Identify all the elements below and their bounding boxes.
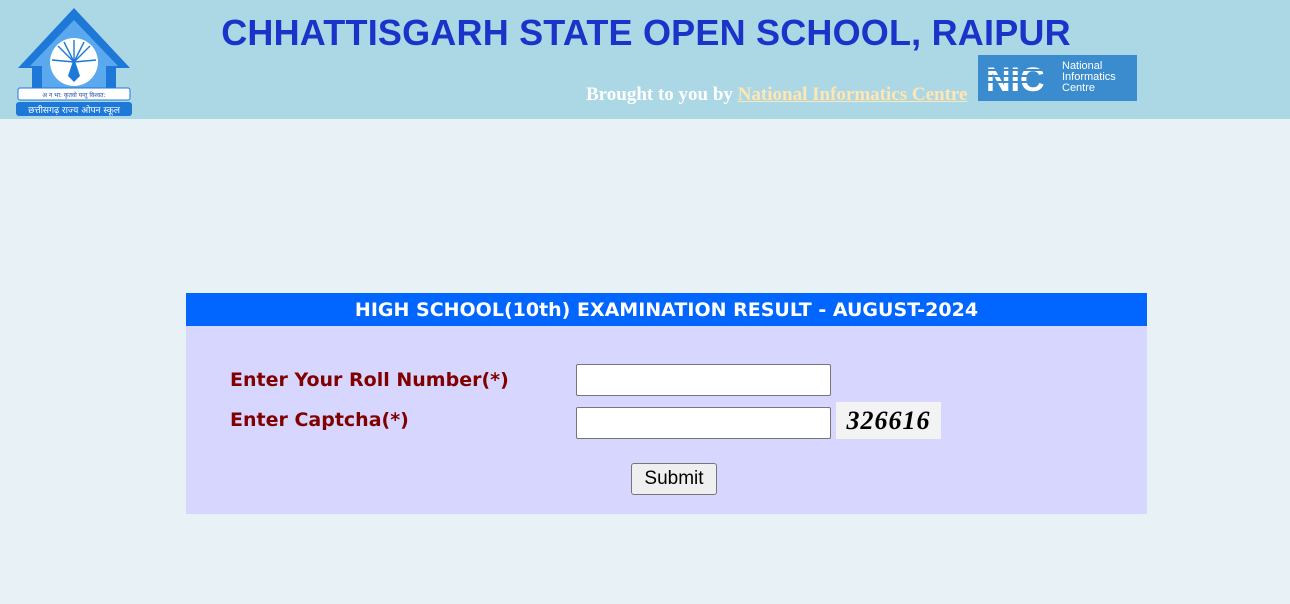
nic-line-3: Centre [1062,82,1096,94]
roll-number-label: Enter Your Roll Number(*) [230,369,509,391]
result-form-panel: HIGH SCHOOL(10th) EXAMINATION RESULT - A… [186,293,1147,514]
form-heading: HIGH SCHOOL(10th) EXAMINATION RESULT - A… [186,293,1147,326]
site-title-text: CHHATTISGARH STATE OPEN SCHOOL, RAIPUR [221,12,1071,53]
captcha-input[interactable] [576,407,831,439]
nic-wordmark: National Informatics Centre [1062,61,1116,94]
nic-logo: NIC National Informatics Centre [978,55,1137,101]
roll-number-input[interactable] [576,364,831,396]
captcha-image: 326616 [836,402,941,439]
credit-prefix: Brought to you by [586,84,738,105]
logo-motto: अ न भा: कृतवो यन्तु विश्वत: [42,91,105,99]
nic-link[interactable]: National Informatics Centre [738,84,968,105]
site-header: अ न भा: कृतवो यन्तु विश्वत: छत्तीसगढ़ रा… [0,0,1290,119]
captcha-label: Enter Captcha(*) [230,409,409,431]
site-title: CHHATTISGARH STATE OPEN SCHOOL, RAIPUR [0,12,1290,54]
logo-caption: छत्तीसगढ़ राज्य ओपन स्कूल [28,104,121,116]
nic-mark-icon: NIC [982,61,1062,99]
nic-mark-text: NIC [986,61,1045,99]
submit-button[interactable]: Submit [631,463,717,495]
credit-line: Brought to you by National Informatics C… [586,84,967,106]
